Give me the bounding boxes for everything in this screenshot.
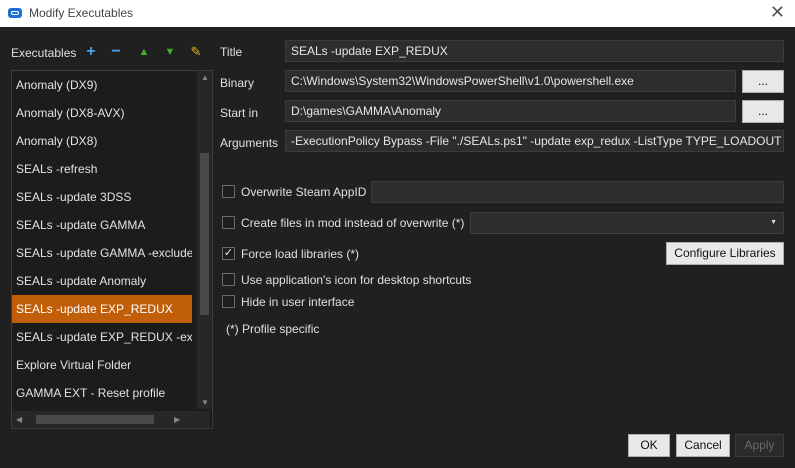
list-item[interactable]: GAMMA EXT - Reset profile	[12, 379, 192, 407]
create-files-label: Create files in mod instead of overwrite…	[241, 216, 465, 230]
list-item[interactable]: SEALs -update EXP_REDUX	[12, 295, 192, 323]
hide-ui-checkbox[interactable]	[222, 295, 235, 308]
move-up-icon[interactable]: ▲	[136, 44, 152, 60]
cancel-button[interactable]: Cancel	[676, 434, 730, 457]
window-title: Modify Executables	[29, 6, 134, 20]
scroll-down-icon[interactable]: ▼	[201, 398, 209, 407]
list-item[interactable]: SEALs -update GAMMA -exclude	[12, 239, 192, 267]
list-item[interactable]: SEALs -refresh	[12, 155, 192, 183]
list-item[interactable]: SEALs -update Anomaly	[12, 267, 192, 295]
clean-icon[interactable]: ✎	[188, 44, 204, 60]
list-item[interactable]: Anomaly (DX8)	[12, 127, 192, 155]
list-item[interactable]: SEALs -update GAMMA	[12, 211, 192, 239]
configure-libraries-button[interactable]: Configure Libraries	[666, 242, 784, 265]
hide-ui-label: Hide in user interface	[241, 295, 355, 309]
horizontal-scroll-thumb[interactable]	[36, 415, 154, 424]
close-icon[interactable]: ✕	[770, 2, 785, 23]
create-files-checkbox[interactable]	[222, 216, 235, 229]
arguments-input[interactable]: -ExecutionPolicy Bypass -File "./SEALs.p…	[285, 130, 784, 152]
ok-button[interactable]: OK	[628, 434, 670, 457]
binary-input[interactable]: C:\Windows\System32\WindowsPowerShell\v1…	[285, 70, 736, 92]
force-load-label: Force load libraries (*)	[241, 247, 360, 261]
list-item[interactable]: SEALs -update 3DSS	[12, 183, 192, 211]
start-in-label: Start in	[220, 106, 259, 120]
title-label: Title	[220, 45, 243, 59]
title-bar: Modify Executables ✕	[0, 0, 795, 27]
horizontal-scrollbar[interactable]: ◀ ▶	[12, 411, 210, 428]
executables-list[interactable]: Anomaly (DX9) Anomaly (DX8-AVX) Anomaly (D…	[11, 70, 213, 429]
binary-browse-button[interactable]: ...	[742, 70, 784, 93]
add-icon[interactable]: +	[83, 44, 99, 60]
scroll-up-icon[interactable]: ▲	[201, 73, 209, 82]
move-down-icon[interactable]: ▼	[162, 44, 178, 60]
executables-label: Executables	[11, 46, 77, 60]
title-input[interactable]: SEALs -update EXP_REDUX	[285, 40, 784, 62]
remove-icon[interactable]: −	[108, 44, 124, 60]
list-item[interactable]: Explore Virtual Folder	[12, 351, 192, 379]
steam-appid-label: Overwrite Steam AppID	[241, 185, 367, 199]
start-in-input[interactable]: D:\games\GAMMA\Anomaly	[285, 100, 736, 122]
app-icon-label: Use application's icon for desktop short…	[241, 273, 472, 287]
arguments-label: Arguments	[220, 136, 279, 150]
vertical-scrollbar[interactable]: ▲ ▼	[197, 71, 212, 409]
chevron-down-icon: ▼	[770, 219, 777, 226]
start-in-browse-button[interactable]: ...	[742, 100, 784, 123]
scroll-left-icon[interactable]: ◀	[16, 415, 22, 424]
list-item[interactable]: SEALs -update EXP_REDUX -exclu	[12, 323, 192, 351]
force-load-checkbox[interactable]: ✓	[222, 247, 235, 260]
binary-label: Binary	[220, 76, 255, 90]
list-item[interactable]: Anomaly (DX8-AVX)	[12, 99, 192, 127]
profile-specific-note: (*) Profile specific	[226, 322, 320, 336]
scroll-right-icon[interactable]: ▶	[174, 415, 180, 424]
app-icon-checkbox[interactable]	[222, 273, 235, 286]
list-item[interactable]: Anomaly (DX9)	[12, 71, 192, 99]
steam-appid-input[interactable]	[371, 181, 784, 203]
apply-button[interactable]: Apply	[735, 434, 784, 457]
vertical-scroll-thumb[interactable]	[200, 153, 209, 315]
steam-appid-checkbox[interactable]	[222, 185, 235, 198]
app-icon	[8, 8, 22, 18]
create-files-dropdown[interactable]: ▼	[470, 212, 784, 234]
